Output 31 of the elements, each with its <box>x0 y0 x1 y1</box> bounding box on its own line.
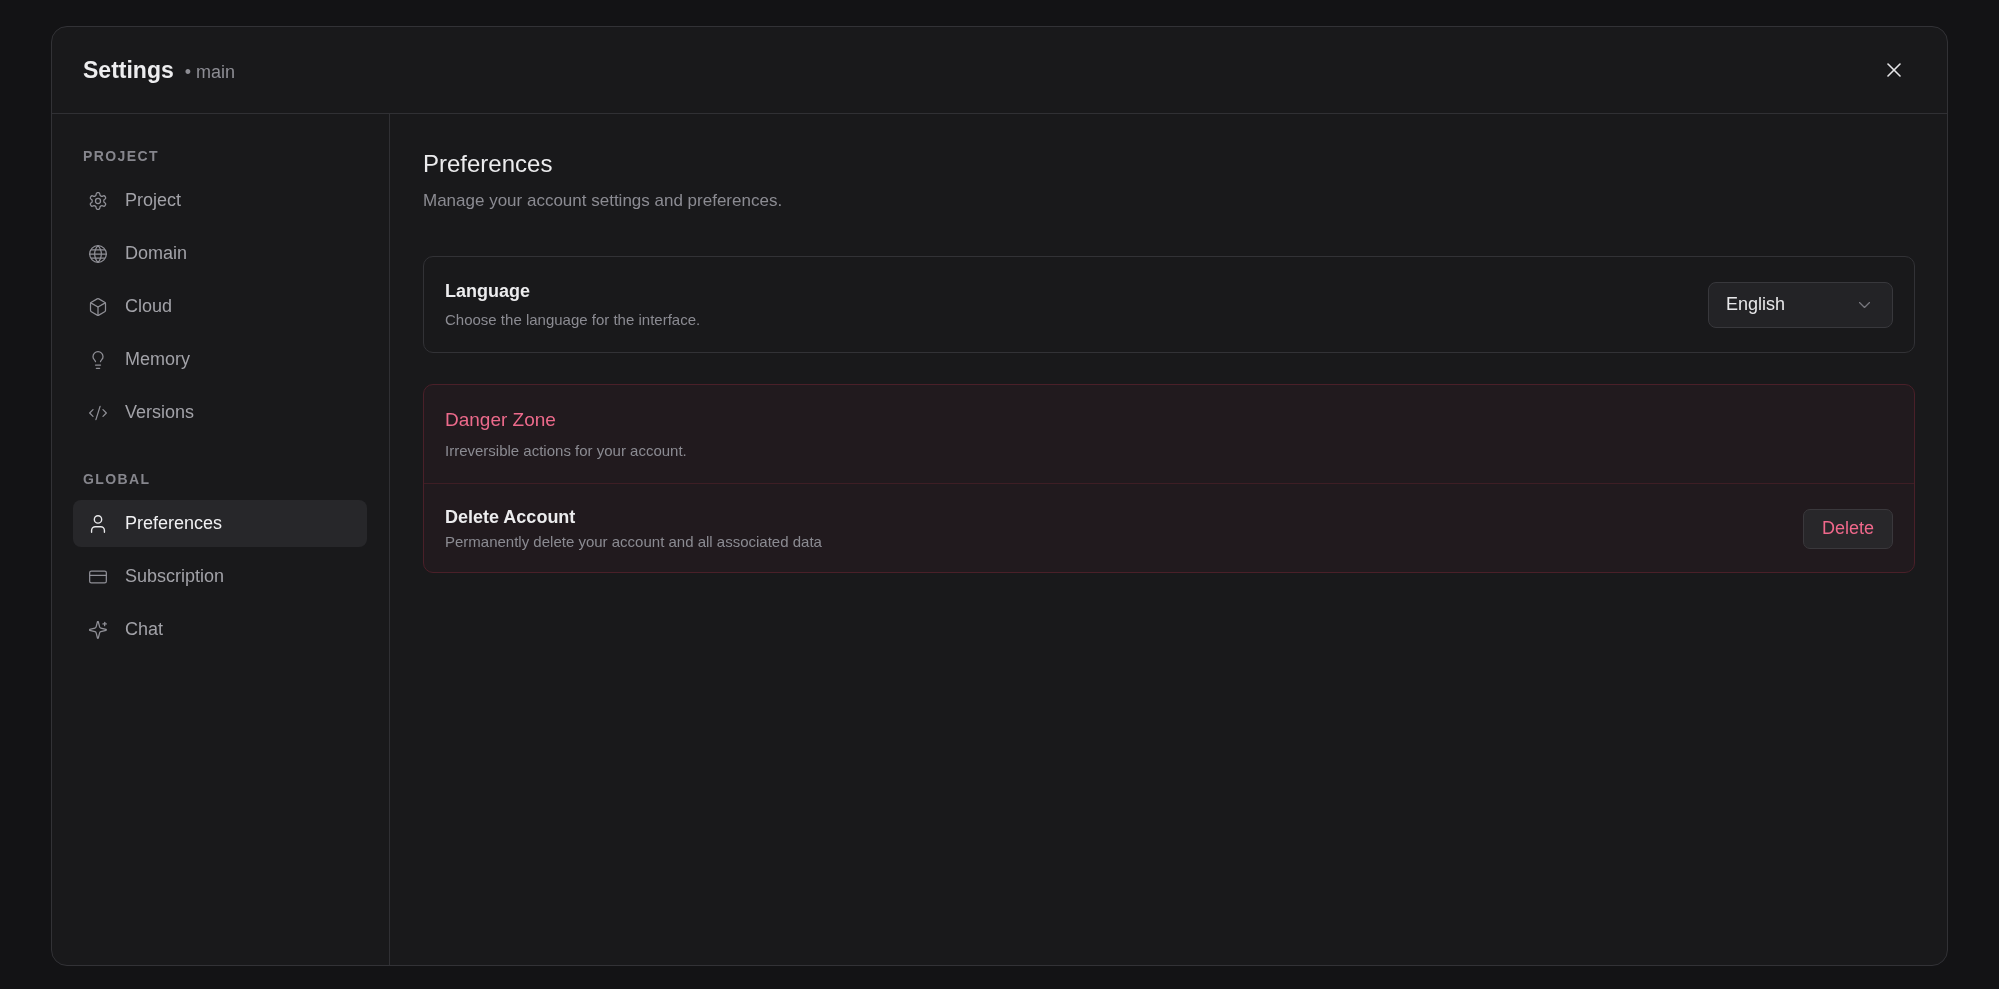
gear-icon <box>89 191 107 210</box>
globe-icon <box>89 244 107 263</box>
sidebar-item[interactable]: Memory <box>73 336 367 383</box>
lightbulb-icon <box>89 350 107 369</box>
sidebar-item[interactable]: Subscription <box>73 553 367 600</box>
action-label: Delete Account <box>445 506 576 529</box>
action-description: Permanently delete your account and all associated data <box>445 532 822 552</box>
sparkle-icon <box>89 620 107 639</box>
dialog-title: Settings <box>83 56 174 84</box>
cube-icon <box>89 297 107 316</box>
sidebar-item[interactable]: Versions <box>73 389 367 436</box>
danger-zone-description: Irreversible actions for your account. <box>445 441 687 461</box>
section-label: PROJECT <box>82 147 159 166</box>
close-icon <box>1887 63 1901 77</box>
page-subtitle: Manage your account settings and preferences. <box>423 190 784 212</box>
person-icon <box>89 514 107 533</box>
code-icon <box>89 403 107 422</box>
sidebar-item[interactable]: Domain <box>73 230 367 277</box>
setting-description: Choose the language for the interface. <box>445 310 701 330</box>
sidebar-item[interactable]: Chat <box>73 606 367 653</box>
sidebar-item[interactable]: Preferences <box>73 500 367 547</box>
branch-label: • main <box>184 61 236 83</box>
section-label: GLOBAL <box>82 470 151 489</box>
language-select[interactable]: English <box>1708 281 1893 328</box>
chevron-down-icon <box>1859 301 1870 308</box>
page-title: Preferences <box>423 150 553 178</box>
sidebar-item[interactable]: Cloud <box>73 283 367 330</box>
setting-label: Language <box>445 280 530 303</box>
delete-button[interactable]: Delete <box>1803 508 1893 549</box>
danger-zone-title: Danger Zone <box>445 408 556 432</box>
sidebar-item[interactable]: Project <box>73 177 367 224</box>
